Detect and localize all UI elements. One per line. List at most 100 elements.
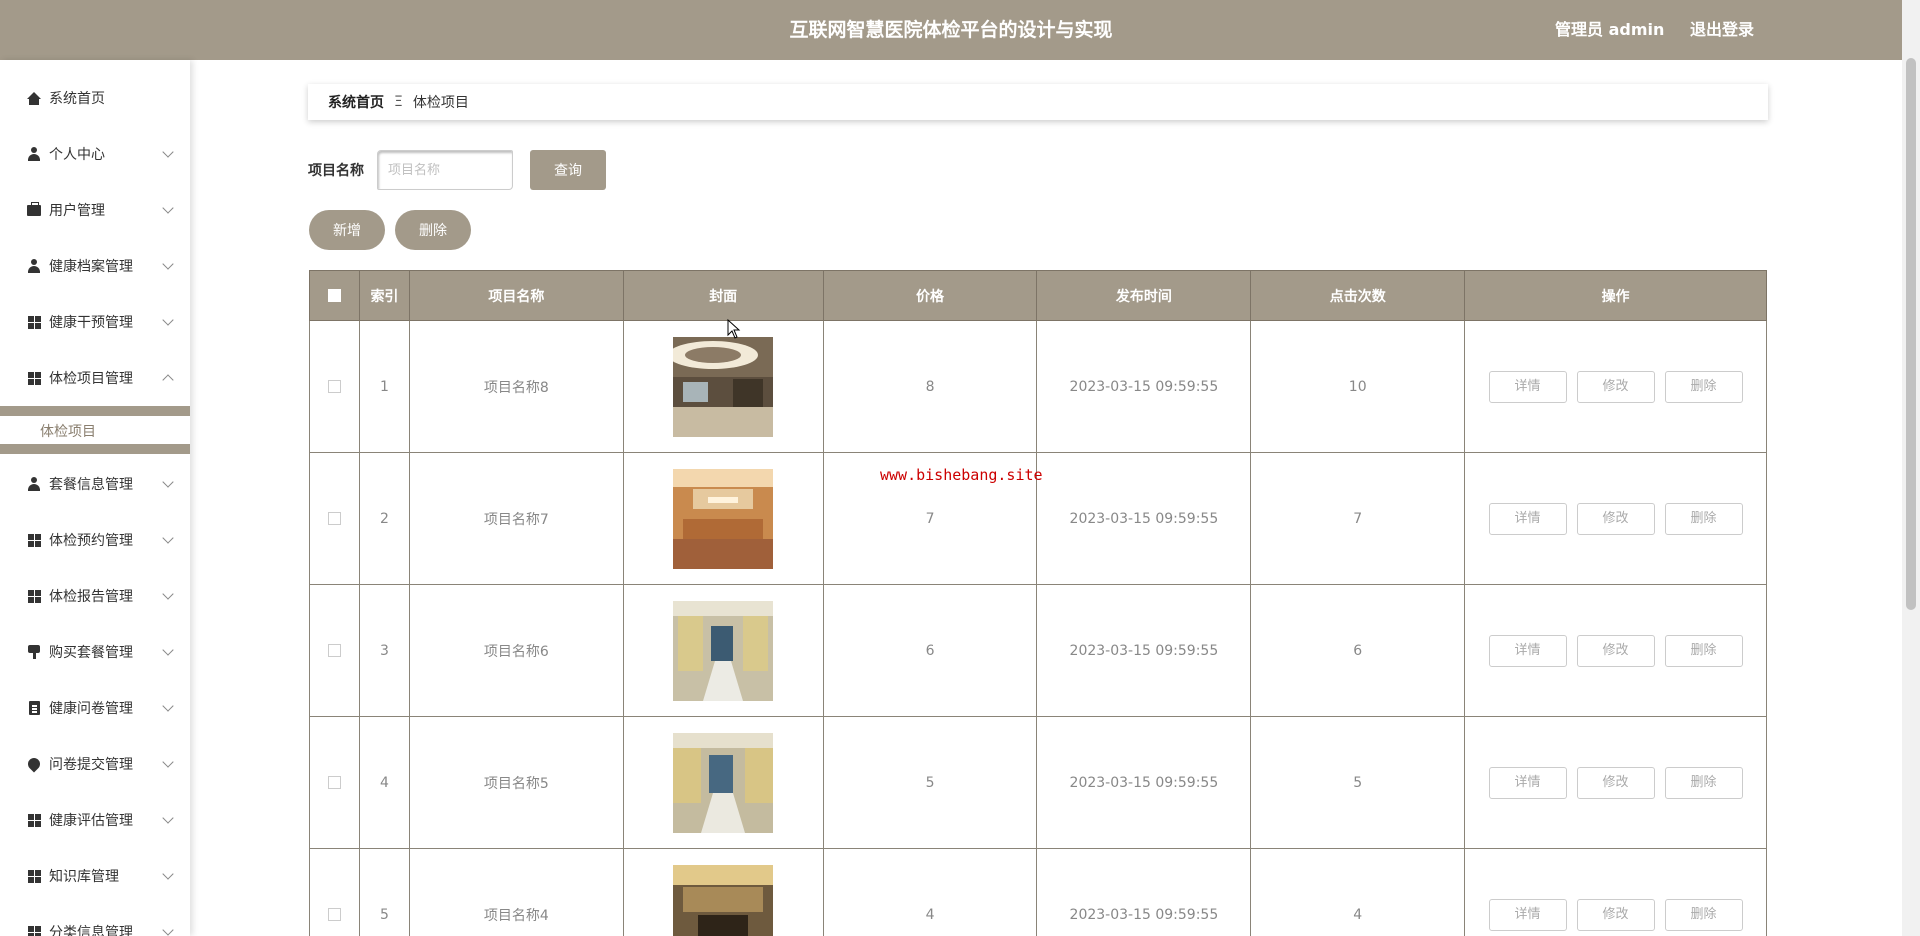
row-select-cell (309, 584, 360, 717)
cover-cell (622, 848, 824, 936)
price-cell: 5 (822, 716, 1038, 849)
query-button[interactable]: 查询 (530, 150, 606, 190)
add-button[interactable]: 新增 (309, 210, 385, 250)
chevron-up-icon (162, 374, 174, 386)
sidebar-item-label: 购买套餐管理 (49, 645, 133, 661)
chevron-down-icon (162, 924, 174, 936)
sidebar-item-exam-items[interactable]: 体检项目管理 (0, 350, 190, 406)
grid-icon (27, 869, 41, 883)
delete-button[interactable]: 删除 (1664, 634, 1743, 667)
row-checkbox[interactable] (327, 908, 341, 921)
cover-cell (622, 584, 824, 717)
header-cover: 封面 (622, 270, 824, 321)
cover-image (673, 732, 774, 833)
row-checkbox[interactable] (327, 776, 341, 789)
detail-button[interactable]: 详情 (1488, 370, 1567, 403)
detail-button[interactable]: 详情 (1488, 766, 1567, 799)
chevron-down-icon (162, 644, 174, 656)
sidebar-item-label: 体检报告管理 (49, 589, 133, 605)
name-cell: 项目名称7 (408, 452, 624, 585)
top-bar: 互联网智慧医院体检平台的设计与实现 管理员 admin 退出登录 (0, 0, 1902, 60)
time-cell: 2023-03-15 09:59:55 (1036, 452, 1252, 585)
edit-button[interactable]: 修改 (1576, 502, 1655, 535)
delete-button[interactable]: 删除 (1664, 370, 1743, 403)
sidebar-item-label: 系统首页 (49, 91, 105, 107)
sidebar-item-health-records[interactable]: 健康档案管理 (0, 238, 190, 294)
sidebar-item-user-management[interactable]: 用户管理 (0, 182, 190, 238)
sidebar-item-health-intervention[interactable]: 健康干预管理 (0, 294, 190, 350)
sidebar-item-exam-report[interactable]: 体检报告管理 (0, 568, 190, 624)
detail-button[interactable]: 详情 (1488, 898, 1567, 931)
cover-image (673, 864, 774, 936)
time-cell: 2023-03-15 09:59:55 (1036, 320, 1252, 453)
delete-button[interactable]: 删除 (1664, 766, 1743, 799)
breadcrumb-home[interactable]: 系统首页 (328, 92, 384, 112)
pin-icon (25, 755, 43, 773)
sidebar-item-knowledge-base[interactable]: 知识库管理 (0, 848, 190, 904)
sidebar-item-category-info[interactable]: 分类信息管理 (0, 904, 190, 936)
select-all-checkbox[interactable] (327, 289, 341, 302)
sidebar-item-label: 体检项目管理 (49, 371, 133, 387)
cover-image (673, 600, 774, 701)
header-name: 项目名称 (408, 270, 624, 321)
chevron-down-icon (162, 146, 174, 158)
cover-cell (622, 716, 824, 849)
actions-cell: 详情 修改 删除 (1464, 848, 1767, 936)
detail-button[interactable]: 详情 (1488, 502, 1567, 535)
logout-link[interactable]: 退出登录 (1690, 0, 1754, 60)
name-cell: 项目名称8 (408, 320, 624, 453)
sidebar-subitem-exam-item[interactable]: 体检项目 (0, 418, 190, 444)
actions-cell: 详情 修改 删除 (1464, 452, 1767, 585)
sidebar-item-label: 健康评估管理 (49, 813, 133, 829)
submenu-top-band (0, 406, 190, 416)
row-checkbox[interactable] (327, 644, 341, 657)
scrollbar-thumb[interactable] (1906, 58, 1916, 610)
edit-button[interactable]: 修改 (1576, 370, 1655, 403)
table-row: 5 项目名称4 4 2023-03-15 09:59:55 4 详情 修改 删除 (309, 848, 1767, 936)
sidebar-item-label: 健康问卷管理 (49, 701, 133, 717)
row-checkbox[interactable] (327, 380, 341, 393)
sidebar-item-label: 健康干预管理 (49, 315, 133, 331)
sidebar-item-label: 问卷提交管理 (49, 757, 133, 773)
page-scrollbar[interactable] (1902, 0, 1920, 936)
sidebar-item-label: 用户管理 (49, 203, 105, 219)
clipboard-icon (27, 701, 41, 715)
header-select-all[interactable] (309, 270, 360, 321)
sidebar-item-personal-center[interactable]: 个人中心 (0, 126, 190, 182)
index-cell: 2 (358, 452, 410, 585)
sidebar-item-exam-booking[interactable]: 体检预约管理 (0, 512, 190, 568)
grid-icon (27, 315, 41, 329)
sidebar-item-label: 分类信息管理 (49, 925, 133, 936)
sidebar-item-purchase-package[interactable]: 购买套餐管理 (0, 624, 190, 680)
index-cell: 4 (358, 716, 410, 849)
grid-icon (27, 925, 41, 936)
sidebar-item-health-questionnaire[interactable]: 健康问卷管理 (0, 680, 190, 736)
chevron-down-icon (162, 314, 174, 326)
sidebar-item-health-assessment[interactable]: 健康评估管理 (0, 792, 190, 848)
sidebar-item-questionnaire-submit[interactable]: 问卷提交管理 (0, 736, 190, 792)
delete-button[interactable]: 删除 (1664, 502, 1743, 535)
index-cell: 1 (358, 320, 410, 453)
grid-icon (27, 813, 41, 827)
search-label: 项目名称 (308, 163, 364, 179)
sidebar-item-label: 知识库管理 (49, 869, 119, 885)
edit-button[interactable]: 修改 (1576, 898, 1655, 931)
sidebar: 系统首页 个人中心 用户管理 健康档案管理 健康干预管理 体检项目管理 体检项目… (0, 60, 190, 936)
breadcrumb-current: 体检项目 (412, 95, 469, 111)
detail-button[interactable]: 详情 (1488, 634, 1567, 667)
batch-delete-button[interactable]: 删除 (395, 210, 471, 250)
edit-button[interactable]: 修改 (1576, 766, 1655, 799)
sidebar-item-package-info[interactable]: 套餐信息管理 (0, 456, 190, 512)
row-checkbox[interactable] (327, 512, 341, 525)
price-cell: 6 (822, 584, 1038, 717)
breadcrumb: 系统首页 Ξ 体检项目 (308, 84, 1768, 120)
grid-icon (27, 589, 41, 603)
chevron-down-icon (162, 756, 174, 768)
row-select-cell (309, 848, 360, 936)
clicks-cell: 4 (1250, 848, 1466, 936)
edit-button[interactable]: 修改 (1576, 634, 1655, 667)
chevron-down-icon (162, 588, 174, 600)
sidebar-item-home[interactable]: 系统首页 (0, 70, 190, 126)
search-input[interactable] (377, 150, 513, 190)
delete-button[interactable]: 删除 (1664, 898, 1743, 931)
